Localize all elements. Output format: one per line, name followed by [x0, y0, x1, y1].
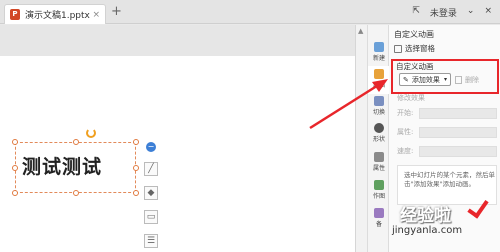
watermark-title: 经验啦 — [400, 206, 451, 226]
watermark: 经验啦 jingyanla.com — [376, 195, 496, 249]
watermark-url: jingyanla.com — [392, 225, 463, 236]
checkmark-icon — [467, 195, 489, 219]
